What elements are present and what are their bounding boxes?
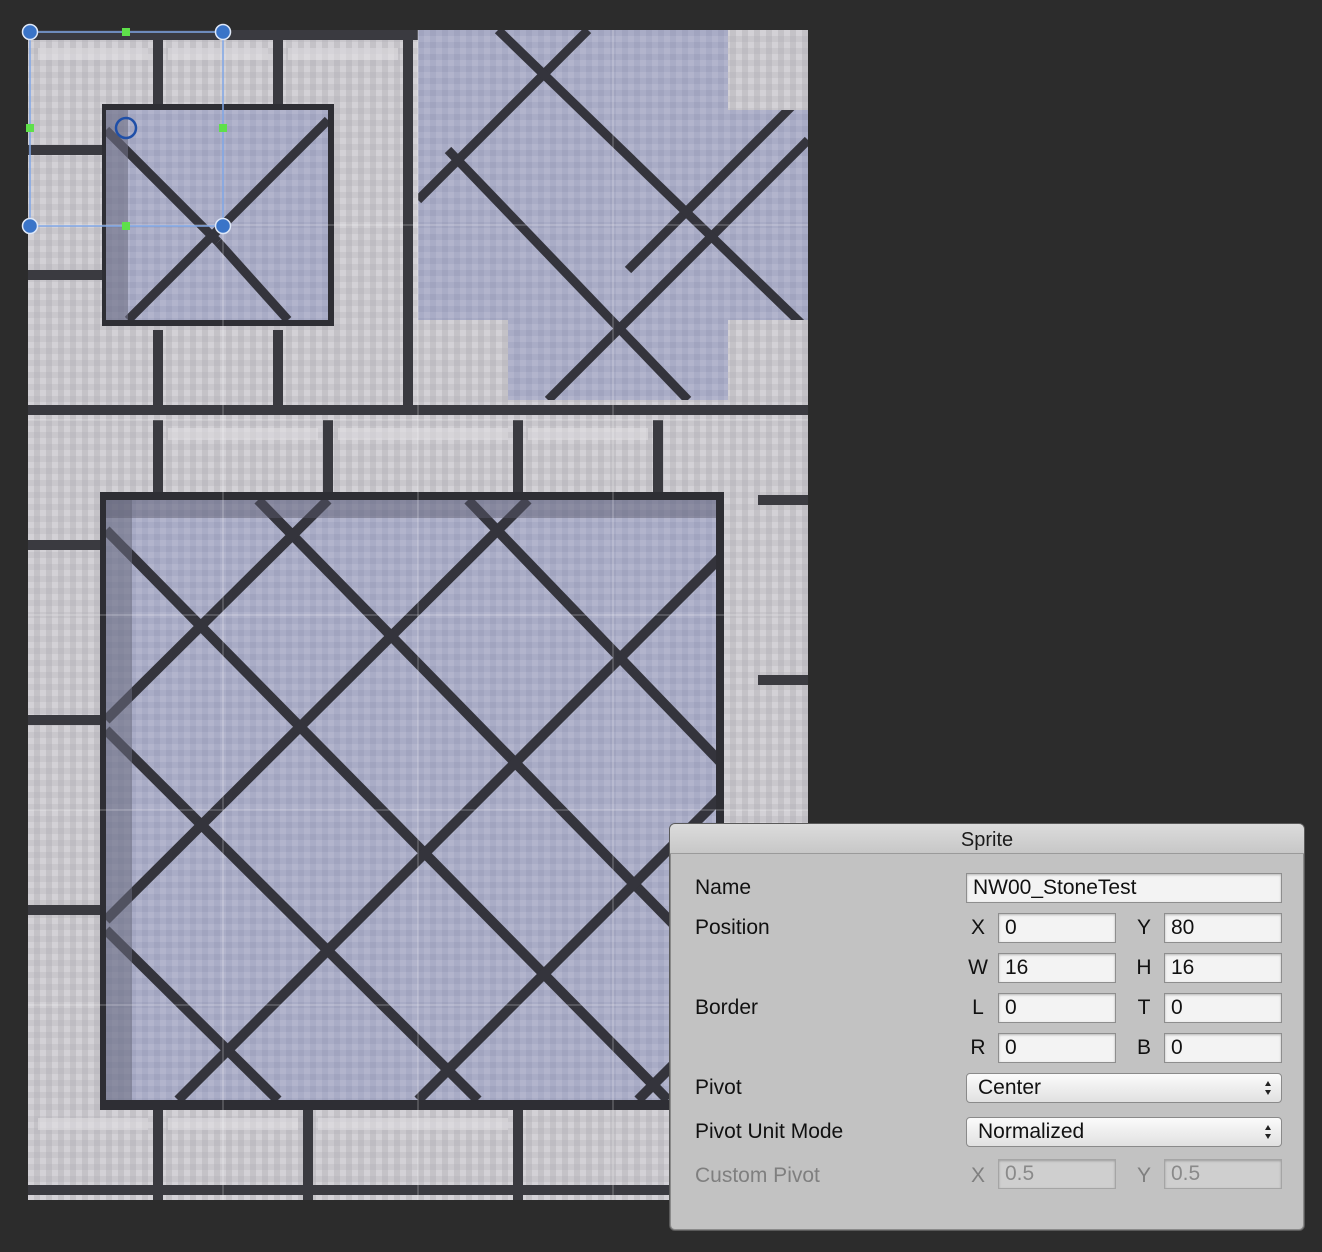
border-r-field[interactable] (998, 1033, 1116, 1063)
pivot-dropdown[interactable]: Center (966, 1073, 1282, 1103)
name-label: Name (695, 876, 752, 899)
resize-handle-bottom[interactable] (122, 222, 130, 230)
border-l-label: L (972, 996, 984, 1019)
resize-handle-bottom-right[interactable] (214, 217, 232, 235)
name-field[interactable] (966, 873, 1282, 903)
custom-pivot-x-label: X (970, 1164, 985, 1187)
updown-arrows-icon (1265, 1081, 1271, 1095)
resize-handle-right[interactable] (219, 124, 227, 132)
pivot-dropdown-value: Center (978, 1076, 1042, 1099)
panel-title: Sprite (670, 824, 1304, 854)
position-x-label: X (970, 916, 985, 939)
position-w-field[interactable] (998, 953, 1116, 983)
position-w-label: W (968, 956, 988, 979)
resize-handle-bottom-left[interactable] (21, 217, 39, 235)
border-b-field[interactable] (1164, 1033, 1282, 1063)
updown-arrows-icon (1265, 1125, 1271, 1139)
sprite-editor-panel: Sprite Name Position X Y W H Border L T … (669, 823, 1305, 1231)
position-y-field[interactable] (1164, 913, 1282, 943)
custom-pivot-label: Custom Pivot (695, 1164, 820, 1187)
border-l-field[interactable] (998, 993, 1116, 1023)
position-h-label: H (1136, 956, 1152, 979)
custom-pivot-x-field (998, 1159, 1116, 1189)
custom-pivot-y-label: Y (1136, 1164, 1151, 1187)
pivot-unit-mode-dropdown-value: Normalized (978, 1120, 1085, 1143)
resize-handle-left[interactable] (26, 124, 34, 132)
pivot-unit-mode-dropdown[interactable]: Normalized (966, 1117, 1282, 1147)
position-h-field[interactable] (1164, 953, 1282, 983)
resize-handle-top-right[interactable] (214, 23, 232, 41)
resize-handle-top[interactable] (122, 28, 130, 36)
position-y-label: Y (1136, 916, 1151, 939)
border-label: Border (695, 996, 759, 1019)
border-t-label: T (1137, 996, 1151, 1019)
resize-handle-top-left[interactable] (21, 23, 39, 41)
border-r-label: R (970, 1036, 986, 1059)
border-b-label: B (1136, 1036, 1151, 1059)
pivot-label: Pivot (695, 1076, 742, 1099)
pivot-unit-mode-label: Pivot Unit Mode (695, 1120, 844, 1143)
position-label: Position (695, 916, 770, 939)
border-t-field[interactable] (1164, 993, 1282, 1023)
position-x-field[interactable] (998, 913, 1116, 943)
custom-pivot-y-field (1164, 1159, 1282, 1189)
